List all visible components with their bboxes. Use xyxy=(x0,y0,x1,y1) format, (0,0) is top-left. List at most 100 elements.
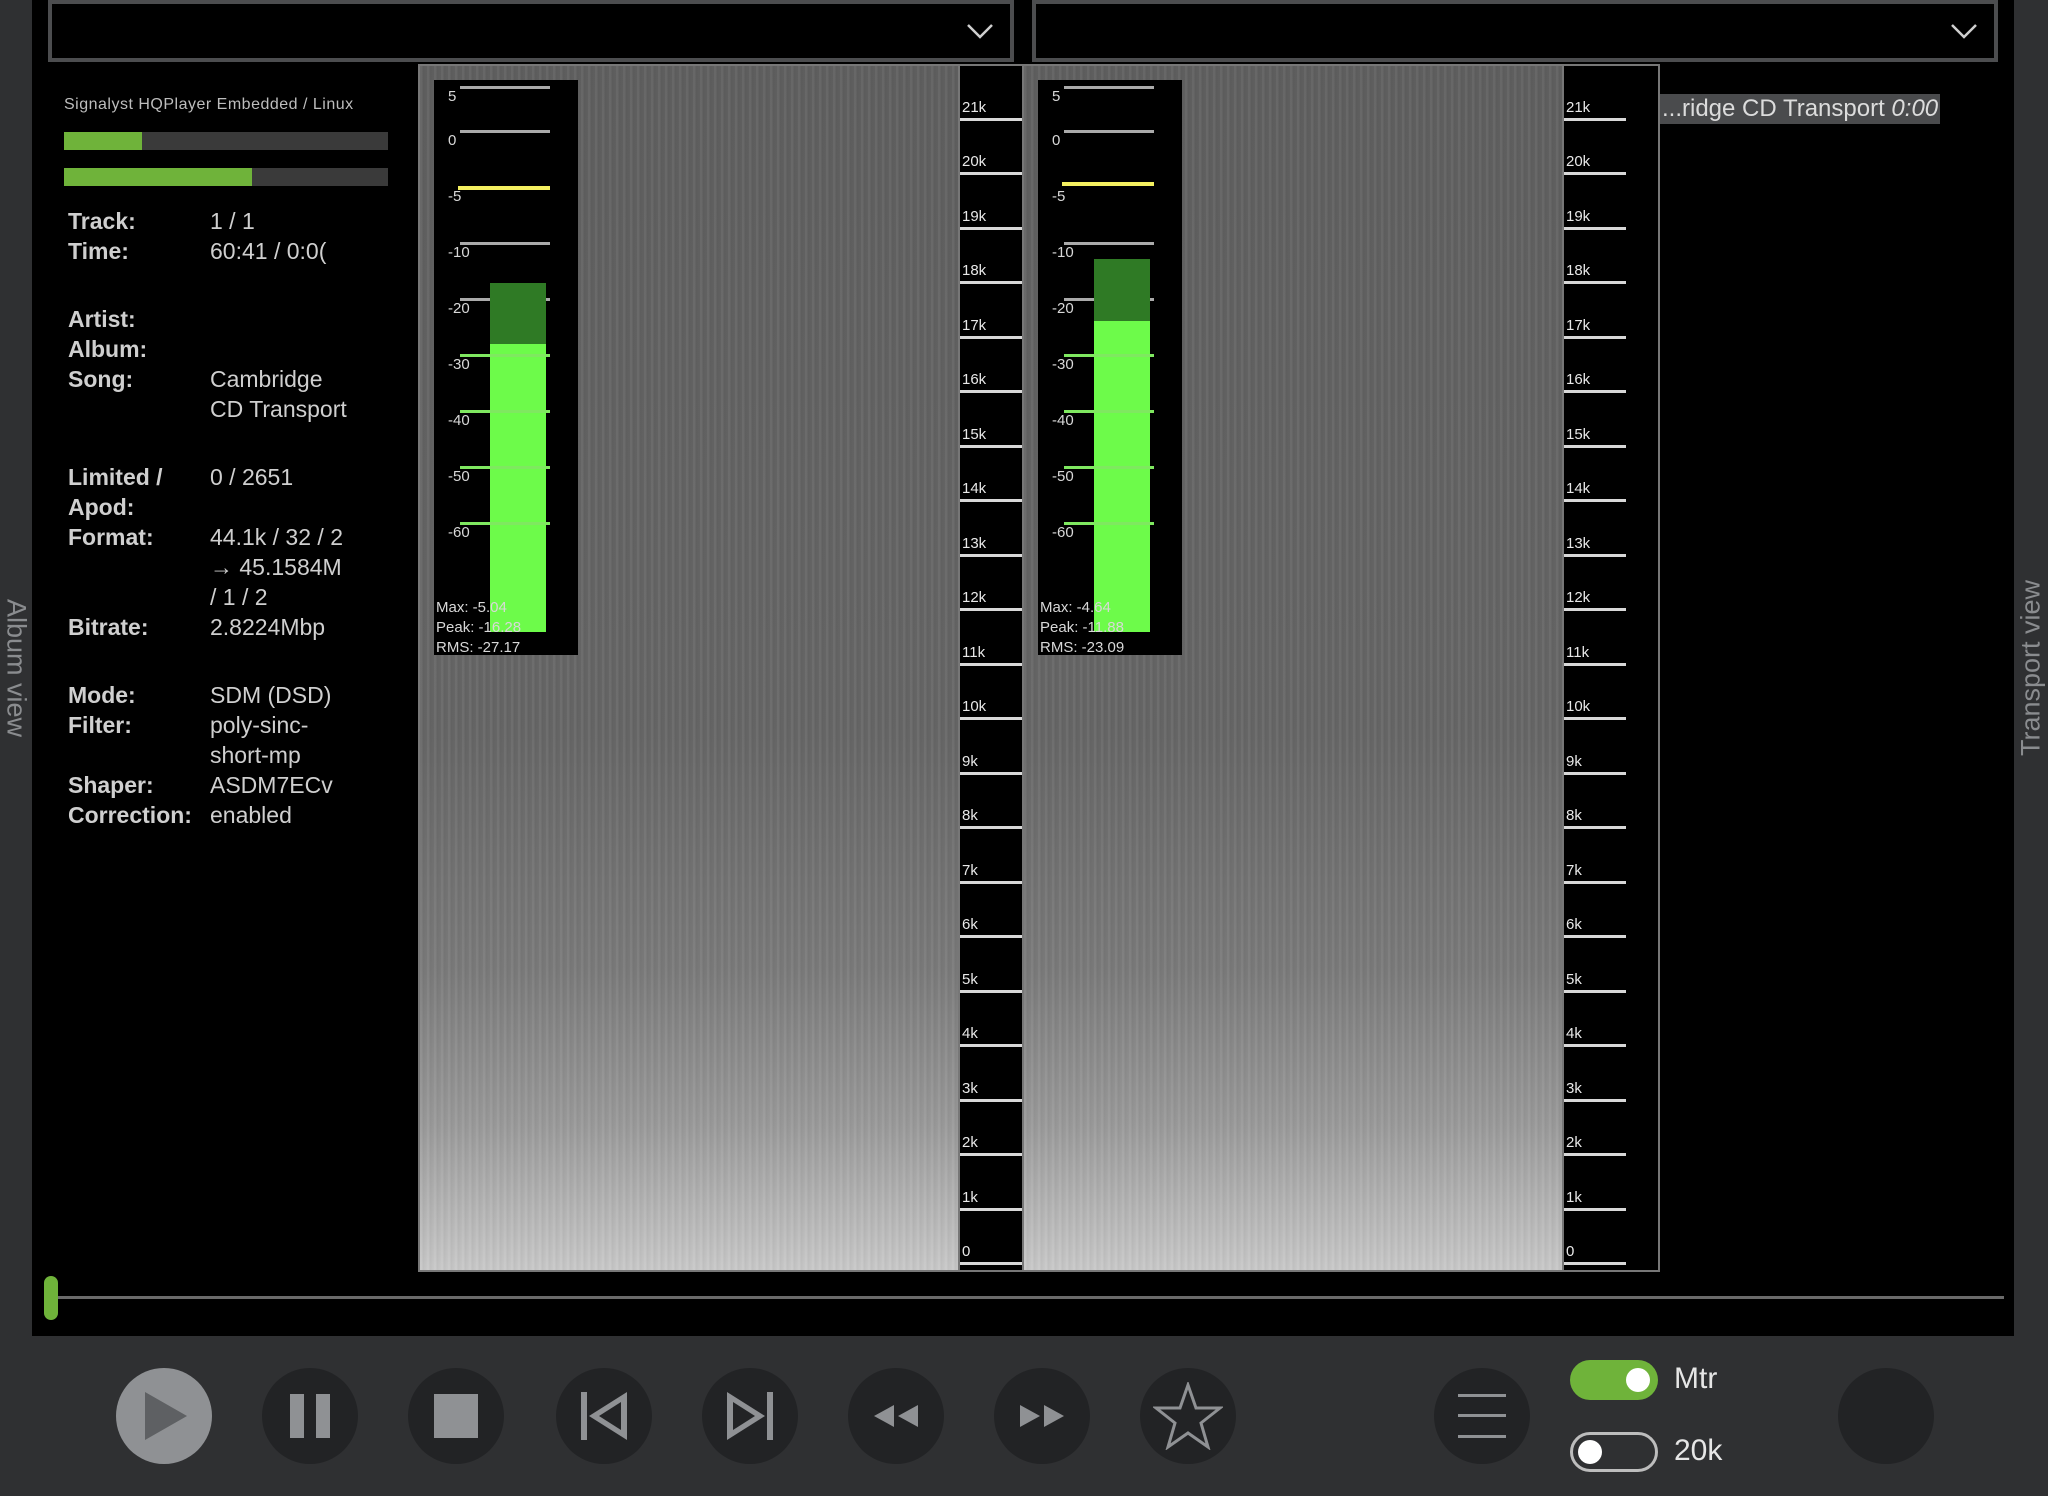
frequency-tick: 5k xyxy=(960,971,1022,993)
frequency-tick-label: 11k xyxy=(1566,643,1590,661)
play-button[interactable] xyxy=(116,1368,212,1464)
20k-toggle-knob xyxy=(1578,1440,1602,1464)
db-grid-line xyxy=(1064,86,1154,89)
now-playing-marquee: ...ridge CD Transport 0:00 xyxy=(1660,94,1941,124)
frequency-tick: 1k xyxy=(1564,1189,1626,1211)
info-value: 44.1k / 32 / 2 → 45.1584M / 1 / 2 xyxy=(210,524,343,610)
frequency-tick-label: 19k xyxy=(1566,207,1591,225)
db-grid-line-overlay xyxy=(460,410,550,413)
frequency-scale-left: 21k 20k 19k 18k 17k 16k 15k 14k 13k 12k 11k 10k 9k 8k… xyxy=(958,66,1022,1270)
db-scale-label: -20 xyxy=(448,300,470,317)
level-meter-right: 5 0 -5 -10 -20 -30 -40 -50 -60 Max: -4.64 Peak: -1… xyxy=(1038,80,1182,658)
frequency-tick-label: 20k xyxy=(962,153,987,171)
meter-stat-peak: Peak: -11.88 xyxy=(1040,619,1124,636)
info-value: enabled xyxy=(210,802,292,828)
frequency-tick: 16k xyxy=(1564,371,1626,394)
meter-stats: Max: -4.64 Peak: -11.88 RMS: -23.09 xyxy=(1040,598,1124,658)
frequency-tick: 16k xyxy=(960,371,1022,394)
meter-toggle-knob xyxy=(1626,1368,1650,1392)
frequency-tick: 19k xyxy=(960,208,1022,230)
frequency-tick: 2k xyxy=(960,1134,1022,1157)
level-bar-1-fill xyxy=(64,132,142,150)
favorite-button[interactable] xyxy=(1140,1368,1236,1464)
frequency-tick-label: 6k xyxy=(1566,916,1582,934)
frequency-tick: 1k xyxy=(960,1189,1022,1211)
rewind-button[interactable] xyxy=(848,1368,944,1464)
db-grid-line-overlay xyxy=(460,466,550,469)
frequency-tick: 17k xyxy=(1564,317,1626,339)
info-row: Correction: enabled xyxy=(68,800,358,830)
frequency-tick: 19k xyxy=(1564,208,1626,230)
now-playing-text: ...ridge CD Transport xyxy=(1662,95,1885,122)
frequency-tick: 7k xyxy=(960,862,1022,884)
previous-track-button[interactable] xyxy=(556,1368,652,1464)
left-source-dropdown[interactable] xyxy=(48,0,1014,62)
stop-button[interactable] xyxy=(408,1368,504,1464)
next-track-button[interactable] xyxy=(702,1368,798,1464)
transport-view-tab[interactable]: Transport view xyxy=(2014,0,2048,1336)
frequency-tick-label: 16k xyxy=(962,371,987,389)
info-key: Format: xyxy=(68,524,154,550)
frequency-tick: 6k xyxy=(960,916,1022,939)
info-key: Mode: xyxy=(68,682,136,708)
fast-forward-button[interactable] xyxy=(994,1368,1090,1464)
info-value: Cambridge CD Transport xyxy=(210,366,347,422)
meter-stat-rms: RMS: -27.17 xyxy=(436,639,521,656)
20k-toggle[interactable] xyxy=(1570,1432,1658,1472)
db-scale-label: -5 xyxy=(448,188,462,205)
frequency-tick: 17k xyxy=(960,317,1022,339)
frequency-tick: 9k xyxy=(960,753,1022,775)
frequency-tick-label: 17k xyxy=(962,316,987,334)
db-grid-line xyxy=(460,130,550,133)
max-hold-marker xyxy=(1062,181,1154,186)
pause-button[interactable] xyxy=(262,1368,358,1464)
menu-button[interactable] xyxy=(1434,1368,1530,1464)
app-brand: Signalyst HQPlayer Embedded / Linux xyxy=(64,96,354,113)
db-scale-label: -50 xyxy=(1052,468,1074,485)
frequency-tick: 14k xyxy=(960,480,1022,503)
db-scale-label: -5 xyxy=(1052,188,1066,205)
frequency-tick: 20k xyxy=(960,153,1022,176)
seek-handle[interactable] xyxy=(44,1276,58,1320)
hamburger-icon xyxy=(1458,1394,1506,1438)
info-value: 60:41 / 0:0( xyxy=(210,238,327,264)
meter-stats: Max: -5.04 Peak: -16.28 RMS: -27.17 xyxy=(436,598,521,658)
db-grid-line xyxy=(460,86,550,89)
frequency-tick-label: 5k xyxy=(962,970,978,988)
frequency-tick: 15k xyxy=(1564,426,1626,448)
db-grid-line-overlay xyxy=(1064,522,1154,525)
pause-icon xyxy=(290,1394,330,1438)
frequency-tick-label: 9k xyxy=(1566,752,1582,770)
frequency-tick: 18k xyxy=(960,262,1022,285)
frequency-tick: 21k xyxy=(1564,99,1626,121)
info-key: Song: xyxy=(68,366,134,392)
frequency-tick: 5k xyxy=(1564,971,1626,993)
frequency-tick-label: 3k xyxy=(1566,1079,1582,1097)
frequency-tick-label: 12k xyxy=(1566,589,1591,607)
meter-toggle[interactable] xyxy=(1570,1360,1658,1400)
album-view-label: Album view xyxy=(1,598,32,738)
info-key: Filter: xyxy=(68,712,132,738)
rewind-icon xyxy=(874,1405,918,1427)
info-row: Shaper: ASDM7ECv xyxy=(68,770,358,800)
meter-stat-max: Max: -4.64 xyxy=(1040,599,1111,616)
db-scale-label: -10 xyxy=(448,244,470,261)
frequency-tick-label: 4k xyxy=(962,1025,978,1043)
frequency-tick-label: 21k xyxy=(962,99,987,116)
info-key: Album: xyxy=(68,336,148,362)
frequency-tick-label: 14k xyxy=(1566,480,1591,498)
db-scale-label: -10 xyxy=(1052,244,1074,261)
db-scale-label: -50 xyxy=(448,468,470,485)
right-source-dropdown[interactable] xyxy=(1032,0,1998,62)
volume-knob[interactable] xyxy=(1838,1368,1934,1464)
seek-bar[interactable] xyxy=(52,1296,2004,1299)
info-value xyxy=(210,334,350,364)
frequency-tick: 11k xyxy=(1564,644,1626,666)
peak-bar xyxy=(490,283,546,345)
album-view-tab[interactable]: Album view xyxy=(0,0,32,1336)
db-scale-label: 5 xyxy=(1052,88,1061,105)
frequency-tick: 10k xyxy=(960,698,1022,721)
db-scale-label: 5 xyxy=(448,88,457,105)
